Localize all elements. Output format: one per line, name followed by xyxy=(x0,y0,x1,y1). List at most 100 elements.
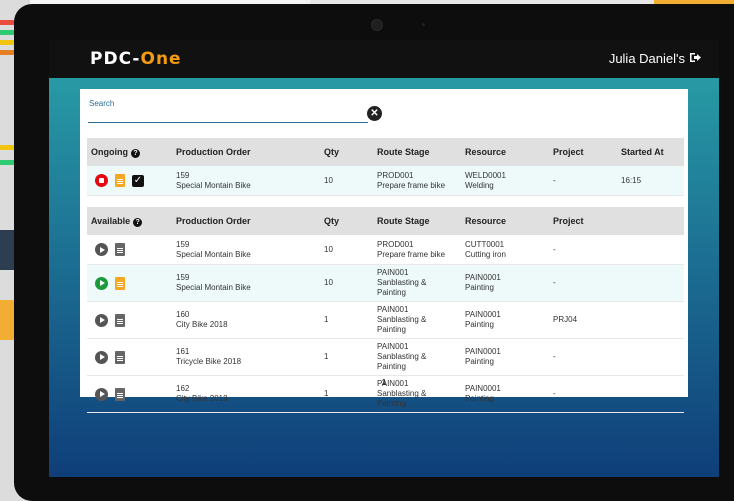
available-header: Available? xyxy=(87,207,172,235)
user-menu[interactable]: Julia Daniel's xyxy=(609,51,701,66)
col-production-order: Production Order xyxy=(172,138,320,166)
cell-qty: 10 xyxy=(320,235,373,265)
cell-route-stage: PAIN001 Sanblasting & Painting xyxy=(373,301,461,339)
stage-code: PAIN001 xyxy=(377,342,409,351)
check-icon[interactable]: ✓ xyxy=(132,174,144,187)
ongoing-title: Ongoing xyxy=(91,146,128,157)
table-row[interactable]: 161 Tricycle Bike 2018 1 PAIN001 Sanblasti… xyxy=(87,338,684,376)
resource-code: PAIN0001 xyxy=(465,347,501,356)
col-resource: Resource xyxy=(461,138,549,166)
col-route-stage: Route Stage xyxy=(373,138,461,166)
table-row[interactable]: 159 Special Montain Bike 10 PROD001 Prepar… xyxy=(87,235,684,265)
cell-route-stage: PAIN001 Sanblasting & Painting xyxy=(373,264,461,302)
play-icon[interactable] xyxy=(95,350,108,364)
app-logo[interactable]: PDC- One xyxy=(90,49,182,69)
cell-qty: 10 xyxy=(320,264,373,302)
col-qty: Qty xyxy=(320,207,373,235)
col-resource: Resource xyxy=(461,207,549,235)
cell-empty xyxy=(617,338,684,376)
row-actions xyxy=(87,264,172,302)
play-icon[interactable] xyxy=(95,387,108,401)
search-input[interactable] xyxy=(88,108,368,123)
col-route-stage: Route Stage xyxy=(373,207,461,235)
document-icon[interactable] xyxy=(115,174,125,187)
po-number: 159 xyxy=(176,273,190,282)
document-icon[interactable] xyxy=(115,350,125,364)
ongoing-header: Ongoing? xyxy=(87,138,172,166)
table-row[interactable]: 160 City Bike 2018 1 PAIN001 Sanblasting &… xyxy=(87,301,684,339)
cell-project: PRJ04 xyxy=(549,301,617,339)
sensor-dot xyxy=(422,23,425,26)
table-row[interactable]: 159 Special Montain Bike 10 PAIN001 Sanbla… xyxy=(87,264,684,302)
resource-code: PAIN0001 xyxy=(465,310,501,319)
row-actions xyxy=(87,301,172,339)
cell-resource: PAIN0001 Painting xyxy=(461,264,549,302)
cell-empty xyxy=(617,264,684,302)
cell-started-at: 16:15 xyxy=(617,166,684,196)
cell-resource: WELD0001 Welding xyxy=(461,166,549,196)
stage-name: Prepare frame bike xyxy=(377,180,446,190)
resource-name: Painting xyxy=(465,283,494,292)
stage-code: PAIN001 xyxy=(377,268,409,277)
play-icon[interactable] xyxy=(95,243,108,256)
cell-resource: PAIN0001 Painting xyxy=(461,301,549,339)
close-circle-icon[interactable]: ✕ xyxy=(367,106,382,121)
search-label: Search xyxy=(89,99,115,108)
user-name: Julia Daniel's xyxy=(608,51,685,66)
resource-name: Welding xyxy=(465,180,494,190)
po-number: 161 xyxy=(176,347,190,356)
cell-production-order: 160 City Bike 2018 xyxy=(172,301,320,339)
ongoing-row[interactable]: ✓ 159 Special Montain Bike 10 PROD001 Prep… xyxy=(87,166,684,196)
row-actions: ✓ xyxy=(87,166,172,196)
cell-qty: 1 xyxy=(320,338,373,376)
cell-production-order: 159 Special Montain Bike xyxy=(172,264,320,302)
cell-project: - xyxy=(549,338,617,376)
col-production-order: Production Order xyxy=(172,207,320,235)
resource-code: WELD0001 xyxy=(465,170,506,180)
pagination-page[interactable]: 1 xyxy=(80,378,688,387)
po-number: 160 xyxy=(176,310,190,319)
camera-icon xyxy=(371,19,383,31)
main-panel: Search ✕ Ongoing? Production Order Qty R… xyxy=(80,89,688,413)
cell-project: - xyxy=(549,235,617,265)
po-name: City Bike 2018 xyxy=(176,394,228,403)
help-icon[interactable]: ? xyxy=(131,148,140,158)
resource-code: PAIN0001 xyxy=(465,273,501,282)
cell-production-order: 159 Special Montain Bike xyxy=(172,166,320,196)
stage-name: Sanblasting & Painting xyxy=(377,389,427,408)
stage-code: PROD001 xyxy=(377,170,414,180)
po-name: Special Montain Bike xyxy=(176,249,251,259)
col-project: Project xyxy=(549,138,617,166)
stage-code: PROD001 xyxy=(377,239,414,249)
col-started-at: Started At xyxy=(617,138,684,166)
cell-route-stage: PROD001 Prepare frame bike xyxy=(373,166,461,196)
cell-route-stage: PAIN001 Sanblasting & Painting xyxy=(373,338,461,376)
po-name: Special Montain Bike xyxy=(176,180,251,190)
row-actions xyxy=(87,338,172,376)
document-icon[interactable] xyxy=(115,313,125,327)
cell-project: - xyxy=(549,264,617,302)
resource-name: Painting xyxy=(465,394,494,403)
top-bar: PDC- One Julia Daniel's xyxy=(49,40,719,78)
cell-production-order: 159 Special Montain Bike xyxy=(172,235,320,265)
po-number: 159 xyxy=(176,239,190,249)
cell-qty: 10 xyxy=(320,166,373,196)
document-icon[interactable] xyxy=(115,276,125,290)
cell-production-order: 161 Tricycle Bike 2018 xyxy=(172,338,320,376)
play-icon[interactable] xyxy=(95,313,108,327)
stage-name: Prepare frame bike xyxy=(377,249,446,259)
document-icon[interactable] xyxy=(115,387,125,401)
play-icon[interactable] xyxy=(95,276,108,290)
cell-project: - xyxy=(549,166,617,196)
sign-out-icon[interactable] xyxy=(689,52,701,66)
document-icon[interactable] xyxy=(115,243,125,256)
resource-code: CUTT0001 xyxy=(465,239,505,249)
cell-resource: CUTT0001 Cutting iron xyxy=(461,235,549,265)
stage-code: PAIN001 xyxy=(377,305,409,314)
logo-text-accent: One xyxy=(140,49,182,69)
cell-route-stage: PROD001 Prepare frame bike xyxy=(373,235,461,265)
stop-icon[interactable] xyxy=(95,174,108,187)
stage-name: Sanblasting & Painting xyxy=(377,278,427,297)
help-icon[interactable]: ? xyxy=(133,217,143,227)
logo-text-main: PDC- xyxy=(90,49,141,69)
